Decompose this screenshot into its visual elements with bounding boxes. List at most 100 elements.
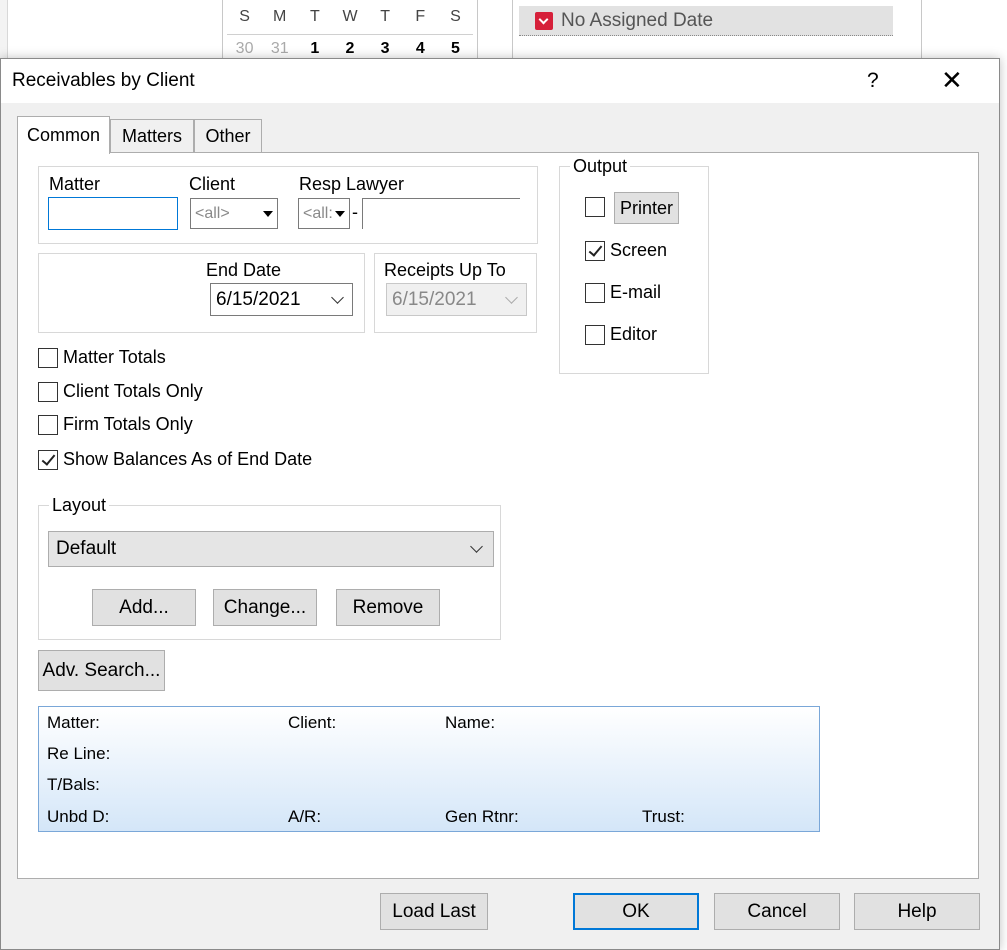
dropdown-arrow-icon: [263, 210, 273, 217]
calendar-date[interactable]: 31: [262, 40, 297, 58]
info-client-label: Client:: [288, 713, 337, 732]
checkbox-box-checked[interactable]: [585, 240, 605, 261]
checkbox-box[interactable]: [38, 347, 58, 368]
button-label: Remove: [352, 596, 424, 618]
resp-lawyer-value: <all:: [303, 204, 333, 222]
help-icon[interactable]: ?: [867, 69, 879, 93]
receivables-dialog: Receivables by Client ? ✕ Common Matters…: [0, 58, 1000, 950]
end-date-value: 6/15/2021: [216, 288, 301, 310]
help-button[interactable]: Help: [854, 893, 980, 930]
matter-info-panel: Matter: Client: Name: Re Line: T/Bals: U…: [38, 706, 820, 832]
button-label: Add...: [119, 596, 169, 618]
email-checkbox[interactable]: E-mail: [585, 282, 661, 303]
printer-checkbox[interactable]: [585, 197, 610, 217]
calendar-date-row: 30 31 1 2 3 4 5: [227, 40, 473, 58]
receipts-up-to-label: Receipts Up To: [384, 260, 506, 280]
info-t-bals-label: T/Bals:: [47, 775, 100, 794]
agenda-panel: No Assigned Date: [512, 0, 922, 62]
calendar-weekday: W: [342, 8, 358, 25]
checkbox-box[interactable]: [38, 381, 58, 402]
editor-checkbox[interactable]: Editor: [585, 324, 657, 345]
tab-common[interactable]: Common: [17, 116, 110, 154]
ok-button[interactable]: OK: [573, 893, 699, 930]
tab-matters[interactable]: Matters: [110, 119, 194, 153]
checkbox-box[interactable]: [38, 414, 58, 435]
tab-label: Common: [26, 125, 101, 145]
printer-label: Printer: [619, 197, 673, 218]
end-date-picker[interactable]: 6/15/2021: [210, 283, 353, 316]
load-last-button[interactable]: Load Last: [380, 893, 488, 930]
firm-totals-only-checkbox[interactable]: Firm Totals Only: [38, 414, 193, 435]
button-label: Change...: [223, 596, 307, 618]
calendar-weekday: S: [239, 8, 250, 25]
calendar-date[interactable]: 2: [332, 40, 367, 58]
info-ar-label: A/R:: [288, 807, 322, 826]
resp-lawyer-label: Resp Lawyer: [299, 174, 405, 194]
cancel-button[interactable]: Cancel: [714, 893, 840, 930]
checkbox-box-checked[interactable]: [38, 449, 58, 470]
checkbox-box[interactable]: [585, 197, 605, 217]
checkbox-label: Matter Totals: [63, 347, 166, 367]
client-label: Client: [189, 174, 236, 194]
printer-button[interactable]: Printer: [614, 192, 679, 224]
end-date-label: End Date: [206, 260, 282, 280]
screen-checkbox[interactable]: Screen: [585, 240, 667, 261]
layout-add-button[interactable]: Add...: [92, 589, 196, 626]
tab-label: Other: [205, 126, 251, 146]
calendar-date[interactable]: 1: [297, 40, 332, 58]
tab-label: Matters: [121, 126, 182, 146]
client-dropdown[interactable]: <all>: [190, 198, 278, 229]
button-label: Help: [897, 900, 937, 922]
info-re-line-label: Re Line:: [47, 744, 111, 763]
layout-dropdown[interactable]: Default: [48, 531, 494, 567]
close-icon[interactable]: ✕: [941, 65, 963, 96]
chevron-down-icon[interactable]: [470, 540, 483, 553]
show-balances-checkbox[interactable]: Show Balances As of End Date: [38, 449, 312, 470]
calendar-weekday-row: S M T W T F S: [227, 8, 473, 26]
checkbox-label: Client Totals Only: [63, 381, 203, 401]
calendar-date[interactable]: 3: [368, 40, 403, 58]
layout-remove-button[interactable]: Remove: [336, 589, 440, 626]
dialog-title: Receivables by Client: [12, 70, 195, 91]
calendar-date[interactable]: 4: [403, 40, 438, 58]
checkbox-label: Editor: [610, 324, 658, 344]
calendar-weekday: T: [309, 8, 320, 25]
info-name-label: Name:: [445, 713, 496, 732]
calendar-weekday: F: [415, 8, 426, 25]
info-gen-rtnr-label: Gen Rtnr:: [445, 807, 519, 826]
dropdown-arrow-icon: [335, 210, 345, 217]
calendar-date[interactable]: 30: [227, 40, 262, 58]
receipts-date-value: 6/15/2021: [392, 288, 477, 310]
layout-change-button[interactable]: Change...: [213, 589, 317, 626]
checkbox-label: Firm Totals Only: [63, 414, 193, 434]
calendar-weekday: T: [380, 8, 391, 25]
resp-lawyer-dropdown[interactable]: <all:: [298, 198, 350, 229]
button-label: OK: [622, 900, 650, 922]
collapse-chevron-icon[interactable]: [535, 11, 553, 30]
client-totals-only-checkbox[interactable]: Client Totals Only: [38, 381, 203, 402]
layout-group-title: Layout: [49, 495, 110, 516]
agenda-group-header[interactable]: No Assigned Date: [519, 6, 893, 36]
info-unbd-label: Unbd D:: [47, 807, 110, 826]
output-group-title: Output: [570, 156, 631, 177]
checkbox-box[interactable]: [585, 324, 605, 345]
checkbox-box[interactable]: [585, 282, 605, 303]
info-matter-label: Matter:: [47, 713, 100, 732]
button-label: Adv. Search...: [42, 659, 161, 681]
info-trust-label: Trust:: [642, 807, 685, 826]
calendar-weekday: M: [273, 8, 287, 25]
checkbox-label: Show Balances As of End Date: [63, 449, 313, 469]
matter-totals-checkbox[interactable]: Matter Totals: [38, 347, 166, 368]
adv-search-button[interactable]: Adv. Search...: [38, 650, 165, 691]
matter-input[interactable]: [48, 197, 178, 230]
resp-lawyer-separator: -: [352, 202, 358, 222]
chevron-down-icon[interactable]: [331, 290, 344, 304]
resp-lawyer-name-field[interactable]: [362, 198, 520, 229]
button-label: Cancel: [747, 900, 807, 922]
dialog-titlebar[interactable]: Receivables by Client ? ✕: [1, 59, 999, 103]
mini-calendar: S M T W T F S 30 31 1 2 3 4 5: [222, 0, 478, 62]
calendar-date[interactable]: 5: [438, 40, 473, 58]
receipts-date-picker: 6/15/2021: [386, 283, 527, 316]
calendar-weekday: S: [450, 8, 461, 25]
tab-other[interactable]: Other: [194, 119, 262, 153]
